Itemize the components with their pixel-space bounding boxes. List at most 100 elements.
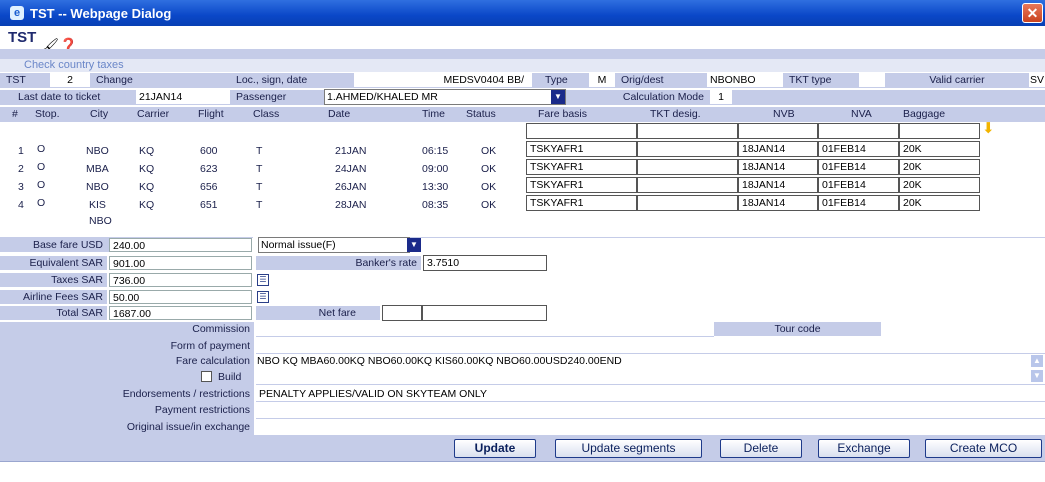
window-titlebar: e TST -- Webpage Dialog ✕	[0, 0, 1045, 26]
fare-basis-input[interactable]	[526, 123, 637, 139]
bankers-rate-value[interactable]: 3.7510	[423, 255, 547, 271]
segment-nvb[interactable]: 18JAN14	[738, 159, 818, 175]
segment-stop: O	[37, 161, 46, 173]
tkt-type-label: TKT type	[785, 73, 857, 87]
passenger-label: Passenger	[232, 90, 322, 104]
calc-mode-value: 1	[710, 90, 732, 104]
segment-fare-basis[interactable]: TSKYAFR1	[526, 159, 637, 175]
change-label[interactable]: Change	[92, 73, 172, 87]
arrow-down-icon[interactable]: ⬇	[982, 121, 995, 136]
update-button[interactable]: Update	[454, 439, 536, 458]
update-segments-button[interactable]: Update segments	[555, 439, 702, 458]
segment-baggage[interactable]: 20K	[899, 195, 980, 211]
segment-fare-basis[interactable]: TSKYAFR1	[526, 195, 637, 211]
final-city: NBO	[89, 215, 112, 227]
total-label: Total SAR	[0, 306, 107, 320]
chevron-down-icon[interactable]: ▼	[407, 238, 421, 252]
form-of-payment-input[interactable]	[256, 338, 1045, 354]
baggage-input[interactable]	[899, 123, 980, 139]
passenger-select[interactable]: 1.AHMED/KHALED MR	[324, 89, 566, 105]
create-mco-button[interactable]: Create MCO	[925, 439, 1042, 458]
segment-time: 09:00	[422, 163, 449, 175]
close-button[interactable]: ✕	[1022, 3, 1043, 23]
segment-carrier: KQ	[139, 181, 155, 193]
orig-dest-label: Orig/dest	[617, 73, 705, 87]
commission-input[interactable]	[256, 321, 714, 337]
build-checkbox[interactable]	[201, 371, 212, 382]
last-date-value: 21JAN14	[136, 90, 230, 104]
segment-nvb[interactable]: 18JAN14	[738, 195, 818, 211]
net-fare-extra-input[interactable]	[422, 305, 547, 321]
segment-fare-basis[interactable]: TSKYAFR1	[526, 141, 637, 157]
scroll-down-icon[interactable]: ▼	[1031, 370, 1043, 382]
segment-tkt-desig[interactable]	[637, 141, 738, 157]
bankers-rate-label: Banker's rate	[256, 256, 421, 270]
delete-button[interactable]: Delete	[720, 439, 802, 458]
status-divider	[0, 461, 1045, 462]
list-icon[interactable]: ☰	[257, 291, 269, 303]
segment-status: OK	[481, 181, 497, 193]
issue-type-select[interactable]: Normal issue(F)	[258, 237, 410, 253]
valid-carrier-value: SV	[1029, 73, 1045, 87]
payment-restrictions-value[interactable]	[256, 403, 1045, 417]
net-fare-input[interactable]	[382, 305, 422, 321]
segment-carrier: KQ	[139, 199, 155, 211]
tour-code-input[interactable]	[881, 321, 1045, 337]
calc-mode-label: Calculation Mode	[568, 90, 708, 104]
type-value: M	[589, 73, 615, 87]
original-issue-value[interactable]	[256, 420, 1045, 434]
segment-city: MBA	[86, 163, 109, 175]
segment-date: 28JAN	[335, 199, 367, 211]
segment-tkt-desig[interactable]	[637, 159, 738, 175]
segment-fare-basis[interactable]: TSKYAFR1	[526, 177, 637, 193]
commission-label: Commission	[0, 322, 254, 336]
col-flight: Flight	[198, 108, 224, 120]
col-date: Date	[328, 108, 351, 120]
segment-date: 24JAN	[335, 163, 367, 175]
segment-status: OK	[481, 145, 497, 157]
tkt-desig-input[interactable]	[637, 123, 738, 139]
segment-num: 1	[18, 145, 24, 157]
original-issue-label: Original issue/in exchange	[0, 420, 254, 434]
col-status: Status	[466, 108, 496, 120]
scroll-up-icon[interactable]: ▲	[1031, 355, 1043, 367]
segment-baggage[interactable]: 20K	[899, 159, 980, 175]
segment-nva[interactable]: 01FEB14	[818, 177, 899, 193]
tst-number: 2	[50, 73, 90, 87]
segment-class: T	[256, 199, 263, 211]
segment-tkt-desig[interactable]	[637, 195, 738, 211]
segment-status: OK	[481, 163, 497, 175]
valid-carrier-label: Valid carrier	[887, 73, 1027, 87]
chevron-down-icon[interactable]: ▼	[551, 90, 565, 104]
segment-baggage[interactable]: 20K	[899, 141, 980, 157]
segment-flight: 656	[200, 181, 218, 193]
exchange-button[interactable]: Exchange	[818, 439, 910, 458]
endorsements-value[interactable]: PENALTY APPLIES/VALID ON SKYTEAM ONLY	[256, 387, 1045, 401]
segment-nvb[interactable]: 18JAN14	[738, 141, 818, 157]
col-stop: Stop.	[35, 108, 60, 120]
fare-calculation-label: Fare calculation	[0, 354, 254, 368]
tour-code-label: Tour code	[714, 322, 881, 336]
nva-input[interactable]	[818, 123, 899, 139]
segment-nva[interactable]: 01FEB14	[818, 141, 899, 157]
airline-fees-value: 50.00	[109, 290, 252, 304]
endorsements-label: Endorsements / restrictions	[0, 387, 254, 401]
col-fare-basis: Fare basis	[538, 108, 588, 120]
segment-time: 08:35	[422, 199, 449, 211]
equivalent-value: 901.00	[109, 256, 252, 270]
segment-flight: 651	[200, 199, 218, 211]
list-icon[interactable]: ☰	[257, 274, 269, 286]
segment-flight: 623	[200, 163, 218, 175]
segment-nva[interactable]: 01FEB14	[818, 159, 899, 175]
segment-nva[interactable]: 01FEB14	[818, 195, 899, 211]
segment-carrier: KQ	[139, 145, 155, 157]
segment-baggage[interactable]: 20K	[899, 177, 980, 193]
check-country-taxes-link[interactable]: Check country taxes	[24, 59, 124, 71]
nvb-input[interactable]	[738, 123, 818, 139]
segment-tkt-desig[interactable]	[637, 177, 738, 193]
segment-nvb[interactable]: 18JAN14	[738, 177, 818, 193]
fare-calculation-textarea[interactable]: NBO KQ MBA60.00KQ NBO60.00KQ KIS60.00KQ …	[256, 353, 1031, 383]
build-label: Build	[218, 371, 242, 383]
segment-num: 2	[18, 163, 24, 175]
airline-fees-label: Airline Fees SAR	[0, 290, 107, 304]
